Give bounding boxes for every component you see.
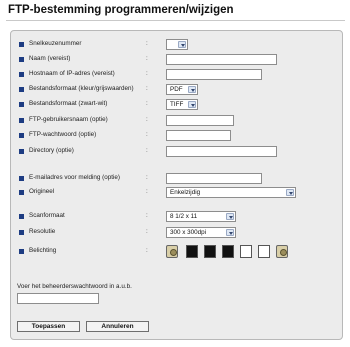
scan-size-select[interactable]: 8 1/2 x 11 [166,211,236,222]
chevron-down-icon [188,101,196,108]
chevron-down-icon [188,86,196,93]
bullet-icon [19,42,24,47]
title-divider [6,20,345,21]
field-colon: : [146,174,148,181]
ftp-password-input[interactable] [166,130,231,141]
field-colon: : [146,147,148,154]
bullet-icon [19,72,24,77]
field-colon: : [146,40,148,47]
file-format-bw-select[interactable]: TIFF [166,99,198,110]
exposure-darker-icon[interactable] [276,245,288,258]
select-value: Enkelzijdig [170,189,201,196]
field-label: Bestandsformaat (zwart-wit) [29,100,108,107]
field-colon: : [146,188,148,195]
row-exposure: Belichting : [19,245,339,258]
admin-password-input[interactable] [17,293,99,304]
field-label: FTP-wachtwoord (optie) [29,131,97,138]
directory-input[interactable] [166,146,277,157]
field-label: Bestandsformaat (kleur/grijswaarden) [29,85,134,92]
row-notification-email: E-mailadres voor melding (optie) : [19,173,339,184]
field-label: Resolutie [29,228,56,235]
select-value: PDF [170,86,183,93]
row-original: Origineel : Enkelzijdig [19,187,339,198]
exposure-level-1[interactable] [186,245,198,258]
chevron-down-icon [226,213,234,220]
field-label: Hostnaam of IP-adres (vereist) [29,70,115,77]
field-label: FTP-gebruikersnaam (optie) [29,116,108,123]
ftp-username-input[interactable] [166,115,234,126]
field-colon: : [146,247,148,254]
notification-email-input[interactable] [166,173,262,184]
row-quick-dial: Snelkeuzenummer : [19,39,339,50]
field-colon: : [146,55,148,62]
chevron-down-icon [286,189,294,196]
apply-button[interactable]: Toepassen [17,321,80,332]
exposure-lighter-icon[interactable] [166,245,178,258]
field-colon: : [146,212,148,219]
cancel-button[interactable]: Annuleren [86,321,149,332]
row-file-format-bw: Bestandsformaat (zwart-wit) : TIFF [19,99,339,110]
field-label: Snelkeuzenummer [29,40,82,47]
page: FTP-bestemming programmeren/wijzigen Sne… [0,0,350,347]
field-colon: : [146,131,148,138]
field-colon: : [146,100,148,107]
select-value: 8 1/2 x 11 [170,213,198,220]
page-title: FTP-bestemming programmeren/wijzigen [8,4,234,16]
quick-dial-select[interactable] [166,39,188,50]
exposure-level-2[interactable] [204,245,216,258]
bullet-icon [19,87,24,92]
bullet-icon [19,118,24,123]
row-hostname: Hostnaam of IP-adres (vereist) : [19,69,339,80]
select-value: 300 x 300dpi [170,229,207,236]
exposure-level-3[interactable] [222,245,234,258]
bullet-icon [19,249,24,254]
bullet-icon [19,176,24,181]
bullet-icon [19,214,24,219]
exposure-level-4[interactable] [240,245,252,258]
row-directory: Directory (optie) : [19,146,339,157]
resolution-select[interactable]: 300 x 300dpi [166,227,236,238]
select-value: TIFF [170,101,184,108]
field-colon: : [146,228,148,235]
field-label: Directory (optie) [29,147,74,154]
row-file-format-color: Bestandsformaat (kleur/grijswaarden) : P… [19,84,339,95]
row-ftp-password: FTP-wachtwoord (optie) : [19,130,339,141]
field-label: Belichting [29,247,57,254]
row-resolution: Resolutie : 300 x 300dpi [19,227,339,238]
field-label: Naam (vereist) [29,55,71,62]
field-label: Scanformaat [29,212,65,219]
row-scan-size: Scanformaat : 8 1/2 x 11 [19,211,339,222]
bullet-icon [19,149,24,154]
admin-password-label: Voer het beheerderswachtwoord in a.u.b. [17,283,132,290]
field-colon: : [146,116,148,123]
name-input[interactable] [166,54,277,65]
field-label: Origineel [29,188,55,195]
field-colon: : [146,85,148,92]
field-colon: : [146,70,148,77]
original-select[interactable]: Enkelzijdig [166,187,296,198]
chevron-down-icon [178,41,186,48]
field-label: E-mailadres voor melding (optie) [29,174,120,181]
bullet-icon [19,102,24,107]
chevron-down-icon [226,229,234,236]
file-format-color-select[interactable]: PDF [166,84,198,95]
bullet-icon [19,133,24,138]
bullet-icon [19,190,24,195]
row-ftp-username: FTP-gebruikersnaam (optie) : [19,115,339,126]
bullet-icon [19,57,24,62]
row-name: Naam (vereist) : [19,54,339,65]
hostname-input[interactable] [166,69,262,80]
bullet-icon [19,230,24,235]
exposure-level-5[interactable] [258,245,270,258]
